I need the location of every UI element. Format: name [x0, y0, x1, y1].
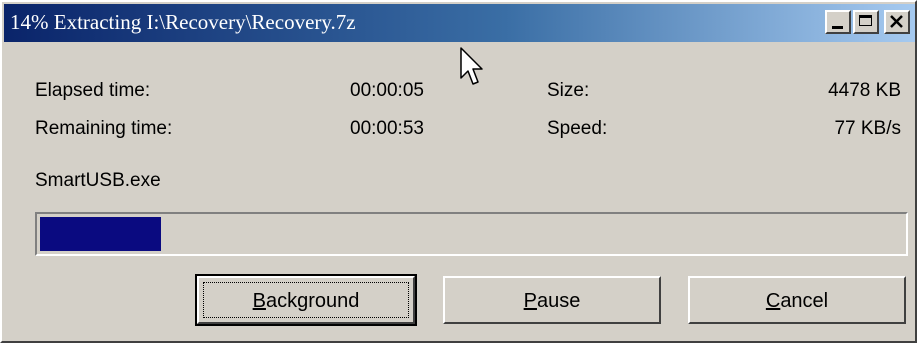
extract-progress-window: 14% Extracting I:\Recovery\Recovery.7z E…: [0, 0, 917, 343]
speed-label: Speed:: [547, 118, 608, 139]
close-icon: [890, 15, 903, 28]
progress-bar: [35, 212, 908, 256]
maximize-button[interactable]: [853, 10, 879, 34]
size-label: Size:: [547, 80, 590, 101]
minimize-icon: [832, 26, 843, 29]
progress-bar-fill: [40, 217, 161, 251]
current-file-name: SmartUSB.exe: [35, 170, 161, 191]
remaining-time-label: Remaining time:: [35, 118, 173, 139]
cancel-button[interactable]: Cancel: [688, 276, 906, 324]
window-title: 14% Extracting I:\Recovery\Recovery.7z: [10, 10, 356, 34]
pause-button-label: Pause: [523, 290, 581, 312]
minimize-button[interactable]: [825, 10, 851, 34]
background-button-label: Background: [252, 290, 360, 312]
pause-button[interactable]: Pause: [443, 276, 661, 324]
elapsed-time-value: 00:00:05: [350, 80, 424, 101]
speed-value: 77 KB/s: [834, 118, 901, 139]
size-value: 4478 KB: [828, 80, 901, 101]
cancel-button-label: Cancel: [765, 290, 829, 312]
elapsed-time-label: Elapsed time:: [35, 80, 151, 101]
maximize-icon: [859, 15, 872, 26]
title-bar[interactable]: 14% Extracting I:\Recovery\Recovery.7z: [4, 4, 915, 42]
mouse-pointer-icon: [460, 47, 483, 85]
close-button[interactable]: [884, 10, 910, 34]
remaining-time-value: 00:00:53: [350, 118, 424, 139]
background-button[interactable]: Background: [195, 274, 417, 326]
